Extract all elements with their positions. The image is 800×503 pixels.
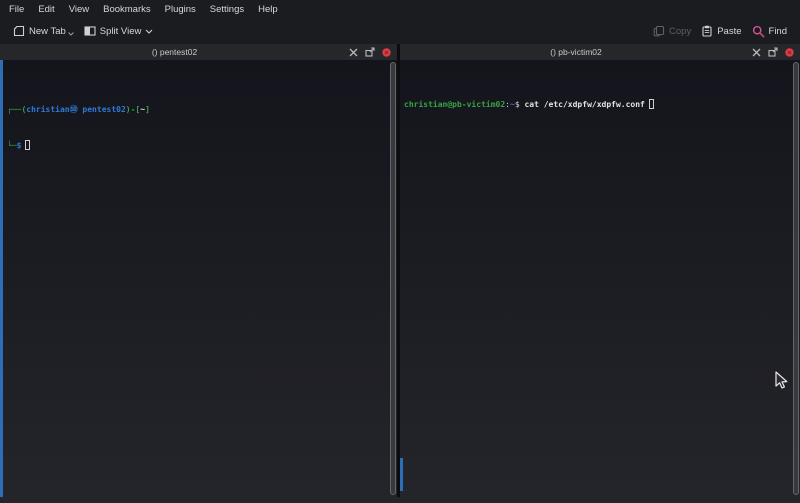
prompt-frame: )-[ <box>126 105 140 114</box>
pane-header-pb-victim02: () pb-victim02 <box>400 44 800 60</box>
menu-help[interactable]: Help <box>251 2 285 17</box>
split-view-button[interactable]: Split View <box>79 22 159 40</box>
detach-icon[interactable] <box>768 47 778 57</box>
pane-pentest02: () pentest02 <box>0 44 397 497</box>
new-tab-dropdown-icon <box>68 32 74 36</box>
konsole-window: File Edit View Bookmarks Plugins Setting… <box>0 0 800 503</box>
pane-header-actions <box>349 47 397 57</box>
terminal-line: ┌──(christian㊿ pentest02)-[~] <box>7 104 387 116</box>
terminal-line: christian@pb-victim02:~$ cat /etc/xdpfw/… <box>404 99 790 111</box>
prompt-symbol: $ <box>515 100 525 109</box>
terminal-cursor <box>649 99 654 109</box>
terminal-line: └─$ <box>7 140 387 152</box>
expand-split-icon[interactable] <box>752 48 761 57</box>
paste-label: Paste <box>717 26 741 37</box>
menu-view[interactable]: View <box>62 2 96 17</box>
window-bottom-edge <box>0 497 800 503</box>
find-button[interactable]: Find <box>747 22 792 41</box>
menu-edit[interactable]: Edit <box>31 2 61 17</box>
close-icon[interactable] <box>382 48 391 57</box>
prompt-symbol: $ <box>17 141 22 150</box>
pane-title: () pentest02 <box>0 47 349 57</box>
menu-plugins[interactable]: Plugins <box>158 2 203 17</box>
scrollbar[interactable] <box>390 62 396 495</box>
pane-title: () pb-victim02 <box>400 47 752 57</box>
terminal-cursor <box>25 140 30 150</box>
scroll-highlight-bar <box>400 458 403 491</box>
copy-button[interactable]: Copy <box>648 22 696 40</box>
new-tab-label: New Tab <box>29 26 66 37</box>
prompt-frame: ┌──( <box>7 105 26 114</box>
new-tab-button[interactable]: New Tab <box>8 22 79 40</box>
split-view-label: Split View <box>100 26 142 37</box>
clipboard-icon <box>701 25 713 37</box>
pane-header-pentest02: () pentest02 <box>0 44 397 60</box>
menu-file[interactable]: File <box>2 2 31 17</box>
paste-button[interactable]: Paste <box>696 22 746 40</box>
scrollbar[interactable] <box>793 62 799 495</box>
toolbar: New Tab Split View <box>0 18 800 44</box>
expand-split-icon[interactable] <box>349 48 358 57</box>
menu-settings[interactable]: Settings <box>203 2 251 17</box>
menu-bookmarks[interactable]: Bookmarks <box>96 2 158 17</box>
copy-icon <box>653 25 665 37</box>
menu-bar: File Edit View Bookmarks Plugins Setting… <box>0 0 800 18</box>
detach-icon[interactable] <box>365 47 375 57</box>
close-icon[interactable] <box>785 48 794 57</box>
copy-label: Copy <box>669 26 691 37</box>
split-view-chevron-icon <box>145 29 153 34</box>
prompt-frame: └─ <box>7 141 17 150</box>
split-container: () pentest02 <box>0 44 800 497</box>
terminal-pentest02[interactable]: ┌──(christian㊿ pentest02)-[~] └─$ <box>0 60 397 497</box>
prompt-user-host: christian㊿ pentest02 <box>26 105 126 114</box>
magnifier-icon <box>752 25 765 38</box>
typed-command: cat /etc/xdpfw/xdpfw.conf <box>524 100 644 109</box>
find-label: Find <box>769 26 787 37</box>
split-view-icon <box>84 25 96 37</box>
prompt-user-host: christian@pb-victim02 <box>404 100 505 109</box>
new-tab-icon <box>13 25 25 37</box>
scroll-highlight-bar <box>0 60 3 497</box>
pane-header-actions <box>752 47 800 57</box>
prompt-frame: ] <box>145 105 150 114</box>
pane-pb-victim02: () pb-victim02 <box>400 44 800 497</box>
terminal-pb-victim02[interactable]: christian@pb-victim02:~$ cat /etc/xdpfw/… <box>400 60 800 497</box>
